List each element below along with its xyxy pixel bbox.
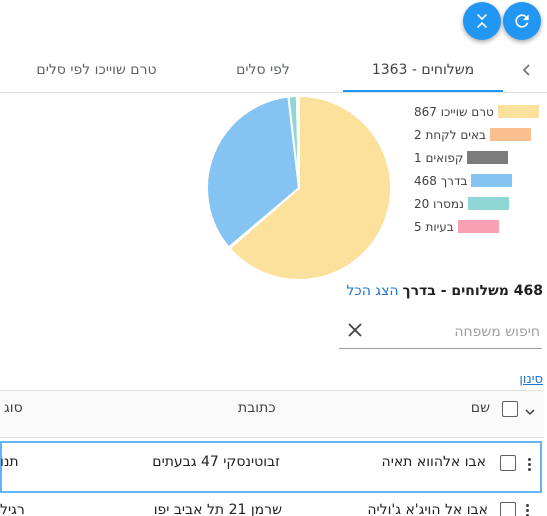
legend-swatch (471, 174, 513, 187)
legend-swatch (467, 151, 509, 164)
chevron-down-icon (525, 409, 535, 416)
table-header: שם כתובת סוג (0, 390, 544, 438)
legend-swatch (467, 197, 509, 210)
legend-swatch (457, 220, 499, 233)
legend-label: טרם שוייכו 867 (414, 104, 494, 119)
chart-legend: טרם שוייכו 867 באים לקחת 2 קפואים 1 בדרך 46… (414, 100, 544, 238)
legend-swatch (489, 128, 531, 141)
table-row[interactable]: אבו אלהווא תאיה זבוטינסקי 47 גבעתים תנו (0, 441, 542, 493)
legend-item[interactable]: בעיות 5 (414, 215, 544, 238)
legend-label: באים לקחת 2 (414, 127, 486, 142)
legend-item[interactable]: קפואים 1 (414, 146, 544, 169)
legend-swatch (497, 105, 539, 118)
legend-label: בעיות 5 (414, 219, 454, 234)
row-type: תנו (0, 454, 19, 470)
collapse-button[interactable] (463, 2, 501, 40)
clear-search-button[interactable] (343, 318, 367, 342)
row-menu-icon[interactable] (528, 456, 532, 473)
tab-by-baskets[interactable]: לפי סלים (183, 48, 343, 92)
row-checkbox[interactable] (500, 455, 516, 471)
close-icon (348, 323, 362, 337)
legend-item[interactable]: טרם שוייכו 867 (414, 100, 544, 123)
chevron-left-icon (522, 64, 530, 76)
tab-bar: משלוחים - 1363 לפי סלים טרם שוייכו לפי ס… (0, 48, 547, 93)
legend-label: קפואים 1 (414, 150, 464, 165)
header-menu-button[interactable] (524, 403, 538, 417)
column-header-address[interactable]: כתובת (238, 400, 276, 416)
show-all-link[interactable]: הצג הכל (346, 283, 398, 299)
tab-unassigned-by-baskets[interactable]: טרם שוייכו לפי סלים (0, 48, 193, 92)
collapse-icon (477, 14, 487, 28)
tab-deliveries[interactable]: משלוחים - 1363 (343, 48, 503, 92)
family-search-input[interactable] (366, 320, 542, 344)
legend-item[interactable]: בדרך 468 (414, 169, 544, 192)
select-all-checkbox[interactable] (502, 401, 518, 417)
family-search (339, 314, 542, 349)
refresh-button[interactable] (503, 2, 541, 40)
legend-item[interactable]: נמסרו 20 (414, 192, 544, 215)
table-row[interactable]: אבו אל הויג'א ג'וליה שרמן 21 תל אביב יפו… (0, 496, 544, 516)
legend-item[interactable]: באים לקחת 2 (414, 123, 544, 146)
row-name: אבו אלהווא תאיה (381, 454, 486, 470)
filter-link[interactable]: סינון (519, 372, 543, 387)
deliveries-table: שם כתובת סוג אבו אלהווא תאיה זבוטינסקי 4… (0, 390, 544, 516)
legend-label: בדרך 468 (414, 173, 468, 188)
status-pie-chart[interactable] (205, 94, 393, 282)
summary-count: 468 משלוחים - בדרך (402, 283, 543, 299)
selection-summary: 468 משלוחים - בדרךהצג הכל (346, 283, 543, 299)
active-tab-indicator (343, 90, 503, 92)
row-address: זבוטינסקי 47 גבעתים (152, 454, 280, 470)
legend-label: נמסרו 20 (414, 196, 464, 211)
column-header-type[interactable]: סוג (4, 400, 23, 416)
column-header-name[interactable]: שם (471, 400, 490, 416)
tab-scroll-left-button[interactable] (512, 48, 542, 92)
refresh-icon (515, 14, 529, 28)
